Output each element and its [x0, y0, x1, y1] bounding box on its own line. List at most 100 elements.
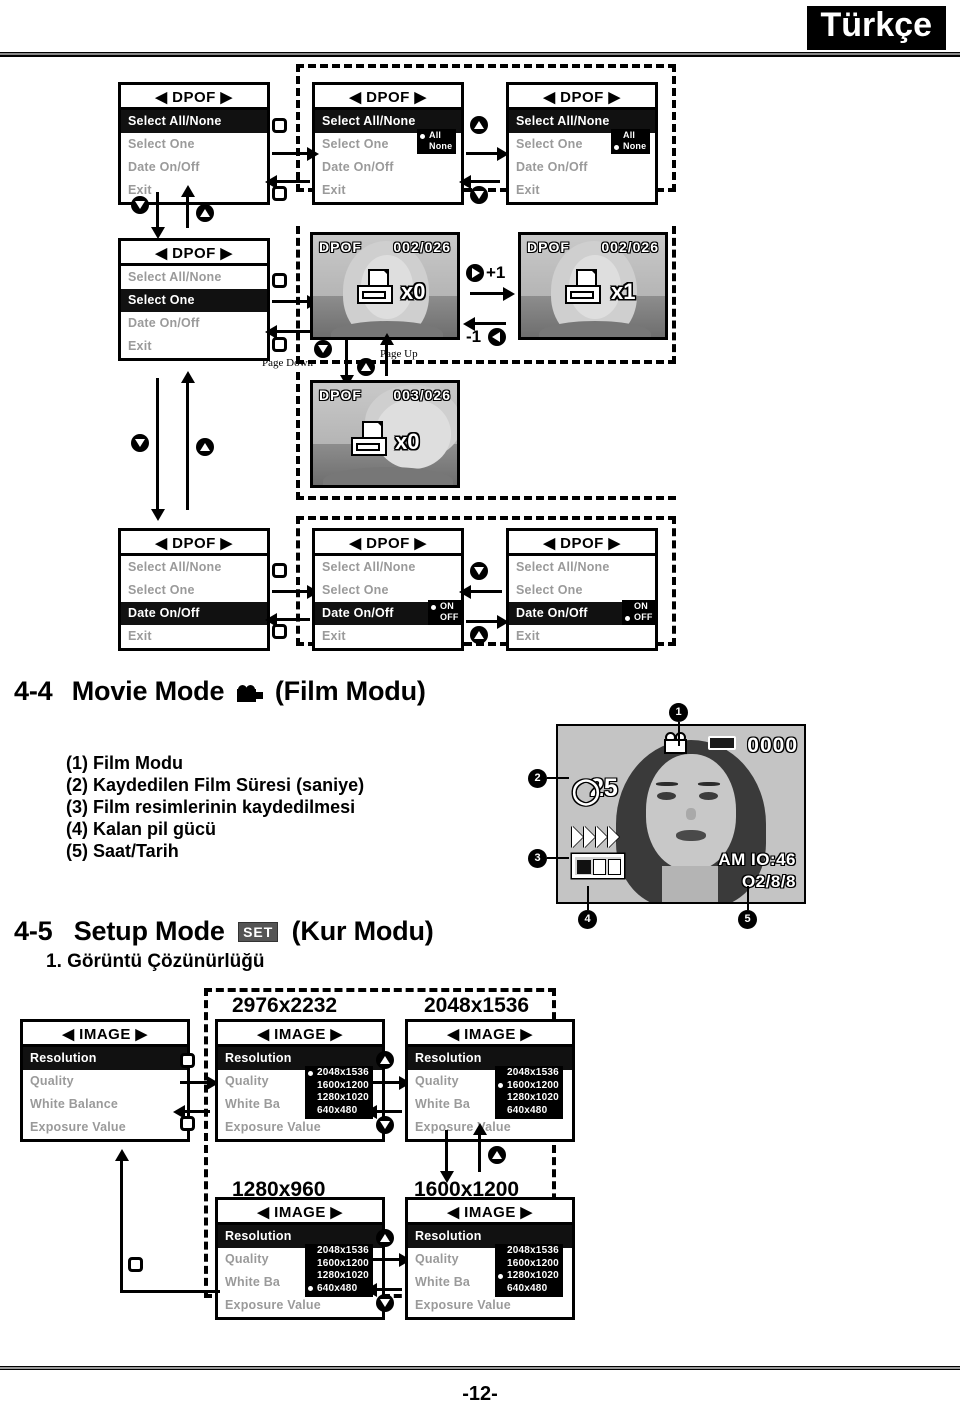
menu-item-select-one[interactable]: Select One: [121, 579, 267, 602]
date-on-off-submenu[interactable]: ON OFF: [622, 600, 657, 625]
menu-item-select-all-none[interactable]: Select All/None: [121, 266, 267, 289]
date-on-off-submenu[interactable]: ON OFF: [428, 600, 463, 625]
menu-item-date-on-off[interactable]: Date On/Off: [315, 156, 461, 179]
up-button-icon[interactable]: [488, 1146, 506, 1164]
resolution-option-2048x1536[interactable]: 2048x1536: [308, 1067, 369, 1080]
menu-item-select-all-none[interactable]: Select All/None: [315, 556, 461, 579]
submenu-option-on[interactable]: ON: [625, 601, 653, 612]
ok-button-icon[interactable]: [272, 273, 287, 288]
resolution-option-1600x1200[interactable]: 1600x1200: [308, 1080, 369, 1093]
menu-item-date-on-off[interactable]: Date On/Off: [121, 156, 267, 179]
all-none-submenu[interactable]: All None: [417, 129, 457, 154]
down-button-icon[interactable]: [131, 434, 149, 452]
menu-item-select-one[interactable]: Select One: [121, 289, 267, 312]
menu-item-select-one[interactable]: Select One: [315, 579, 461, 602]
up-button-icon[interactable]: [196, 438, 214, 456]
resolution-option-640x480[interactable]: 640x480: [308, 1283, 369, 1296]
menu-item-date-on-off[interactable]: Date On/Off: [509, 156, 655, 179]
menu-item-exit[interactable]: Exit: [315, 179, 461, 202]
ok-button-icon[interactable]: [180, 1116, 195, 1131]
resolution-submenu[interactable]: 2048x1536 1600x1200 1280x1020 640x480: [305, 1244, 373, 1297]
menu-item-date-on-off[interactable]: Date On/Off: [121, 312, 267, 335]
dpof-photo-preview-2[interactable]: DPOF 002/026 x1: [518, 232, 668, 340]
ok-button-icon[interactable]: [272, 186, 287, 201]
right-button-icon[interactable]: [466, 264, 484, 282]
ok-button-icon[interactable]: [272, 563, 287, 578]
submenu-option-none[interactable]: None: [614, 141, 646, 152]
up-button-icon[interactable]: [376, 1229, 394, 1247]
submenu-option-off[interactable]: OFF: [431, 612, 459, 623]
resolution-submenu[interactable]: 2048x1536 1600x1200 1280x1020 640x480: [305, 1066, 373, 1119]
image-menu-panel-5[interactable]: ◀ IMAGE ▶ Resolution Quality White Ba Ex…: [405, 1197, 575, 1320]
submenu-option-none[interactable]: None: [420, 141, 452, 152]
down-button-icon[interactable]: [470, 562, 488, 580]
down-button-icon[interactable]: [131, 196, 149, 214]
dpof-menu-panel-5[interactable]: ◀ DPOF ▶ Select All/None Select One Date…: [118, 528, 270, 651]
ok-button-icon[interactable]: [272, 624, 287, 639]
resolution-option-1600x1200[interactable]: 1600x1200: [498, 1080, 559, 1093]
resolution-option-640x480[interactable]: 640x480: [498, 1283, 559, 1296]
menu-item-select-all-none[interactable]: Select All/None: [121, 556, 267, 579]
menu-item-date-on-off[interactable]: Date On/Off: [121, 602, 267, 625]
dpof-menu-panel-3[interactable]: ◀ DPOF ▶ Select All/None Select One Date…: [506, 82, 658, 205]
menu-item-exposure-value[interactable]: Exposure Value: [218, 1294, 382, 1317]
ok-button-icon[interactable]: [180, 1053, 195, 1068]
menu-item-exposure-value[interactable]: Exposure Value: [23, 1116, 187, 1139]
resolution-option-640x480[interactable]: 640x480: [498, 1105, 559, 1118]
resolution-option-640x480[interactable]: 640x480: [308, 1105, 369, 1118]
down-button-icon[interactable]: [470, 186, 488, 204]
dpof-photo-preview-1[interactable]: DPOF 002/026 x0: [310, 232, 460, 340]
resolution-option-1280x1020[interactable]: 1280x1020: [308, 1092, 369, 1105]
dpof-menu-panel-7[interactable]: ◀ DPOF ▶ Select All/None Select One Date…: [506, 528, 658, 651]
resolution-submenu[interactable]: 2048x1536 1600x1200 1280x1020 640x480: [495, 1066, 563, 1119]
dpof-menu-panel-4[interactable]: ◀ DPOF ▶ Select All/None Select One Date…: [118, 238, 270, 361]
resolution-option-1600x1200[interactable]: 1600x1200: [498, 1258, 559, 1271]
down-button-icon[interactable]: [314, 340, 332, 358]
menu-item-select-all-none[interactable]: Select All/None: [121, 110, 267, 133]
image-menu-panel-3[interactable]: ◀ IMAGE ▶ Resolution Quality White Ba Ex…: [405, 1019, 575, 1142]
resolution-submenu[interactable]: 2048x1536 1600x1200 1280x1020 640x480: [495, 1244, 563, 1297]
up-button-icon[interactable]: [376, 1051, 394, 1069]
menu-item-white-balance[interactable]: White Balance: [23, 1093, 187, 1116]
dpof-photo-preview-3[interactable]: DPOF 003/026 x0: [310, 380, 460, 488]
menu-item-resolution[interactable]: Resolution: [23, 1047, 187, 1070]
menu-item-exposure-value[interactable]: Exposure Value: [218, 1116, 382, 1139]
resolution-option-1280x1020[interactable]: 1280x1020: [498, 1270, 559, 1283]
menu-item-exit[interactable]: Exit: [121, 625, 267, 648]
dpof-menu-panel-2[interactable]: ◀ DPOF ▶ Select All/None Select One Date…: [312, 82, 464, 205]
image-menu-panel-1[interactable]: ◀ IMAGE ▶ Resolution Quality White Balan…: [20, 1019, 190, 1142]
menu-item-exit[interactable]: Exit: [509, 625, 655, 648]
menu-item-select-one[interactable]: Select One: [509, 579, 655, 602]
up-button-icon[interactable]: [357, 358, 375, 376]
menu-item-exposure-value[interactable]: Exposure Value: [408, 1294, 572, 1317]
resolution-option-1600x1200[interactable]: 1600x1200: [308, 1258, 369, 1271]
menu-item-select-one[interactable]: Select One: [121, 133, 267, 156]
left-button-icon[interactable]: [488, 328, 506, 346]
up-button-icon[interactable]: [470, 116, 488, 134]
menu-item-select-all-none[interactable]: Select All/None: [509, 556, 655, 579]
resolution-option-2048x1536[interactable]: 2048x1536: [308, 1245, 369, 1258]
resolution-option-2048x1536[interactable]: 2048x1536: [498, 1245, 559, 1258]
submenu-option-on[interactable]: ON: [431, 601, 459, 612]
image-menu-panel-4[interactable]: ◀ IMAGE ▶ Resolution Quality White Ba Ex…: [215, 1197, 385, 1320]
menu-item-exposure-value[interactable]: Exposure Value: [408, 1116, 572, 1139]
down-button-icon[interactable]: [376, 1116, 394, 1134]
up-button-icon[interactable]: [470, 626, 488, 644]
image-menu-panel-2[interactable]: ◀ IMAGE ▶ Resolution Quality White Ba Ex…: [215, 1019, 385, 1142]
menu-item-exit[interactable]: Exit: [121, 335, 267, 358]
menu-item-quality[interactable]: Quality: [23, 1070, 187, 1093]
resolution-option-2048x1536[interactable]: 2048x1536: [498, 1067, 559, 1080]
ok-button-icon[interactable]: [128, 1257, 143, 1272]
menu-item-exit[interactable]: Exit: [315, 625, 461, 648]
menu-item-exit[interactable]: Exit: [509, 179, 655, 202]
resolution-option-1280x1020[interactable]: 1280x1020: [308, 1270, 369, 1283]
submenu-option-all[interactable]: All: [420, 130, 452, 141]
all-none-submenu[interactable]: All None: [611, 129, 651, 154]
dpof-menu-panel-6[interactable]: ◀ DPOF ▶ Select All/None Select One Date…: [312, 528, 464, 651]
up-button-icon[interactable]: [196, 204, 214, 222]
down-button-icon[interactable]: [376, 1294, 394, 1312]
submenu-option-all[interactable]: All: [614, 130, 646, 141]
submenu-option-off[interactable]: OFF: [625, 612, 653, 623]
ok-button-icon[interactable]: [272, 118, 287, 133]
ok-button-icon[interactable]: [272, 337, 287, 352]
